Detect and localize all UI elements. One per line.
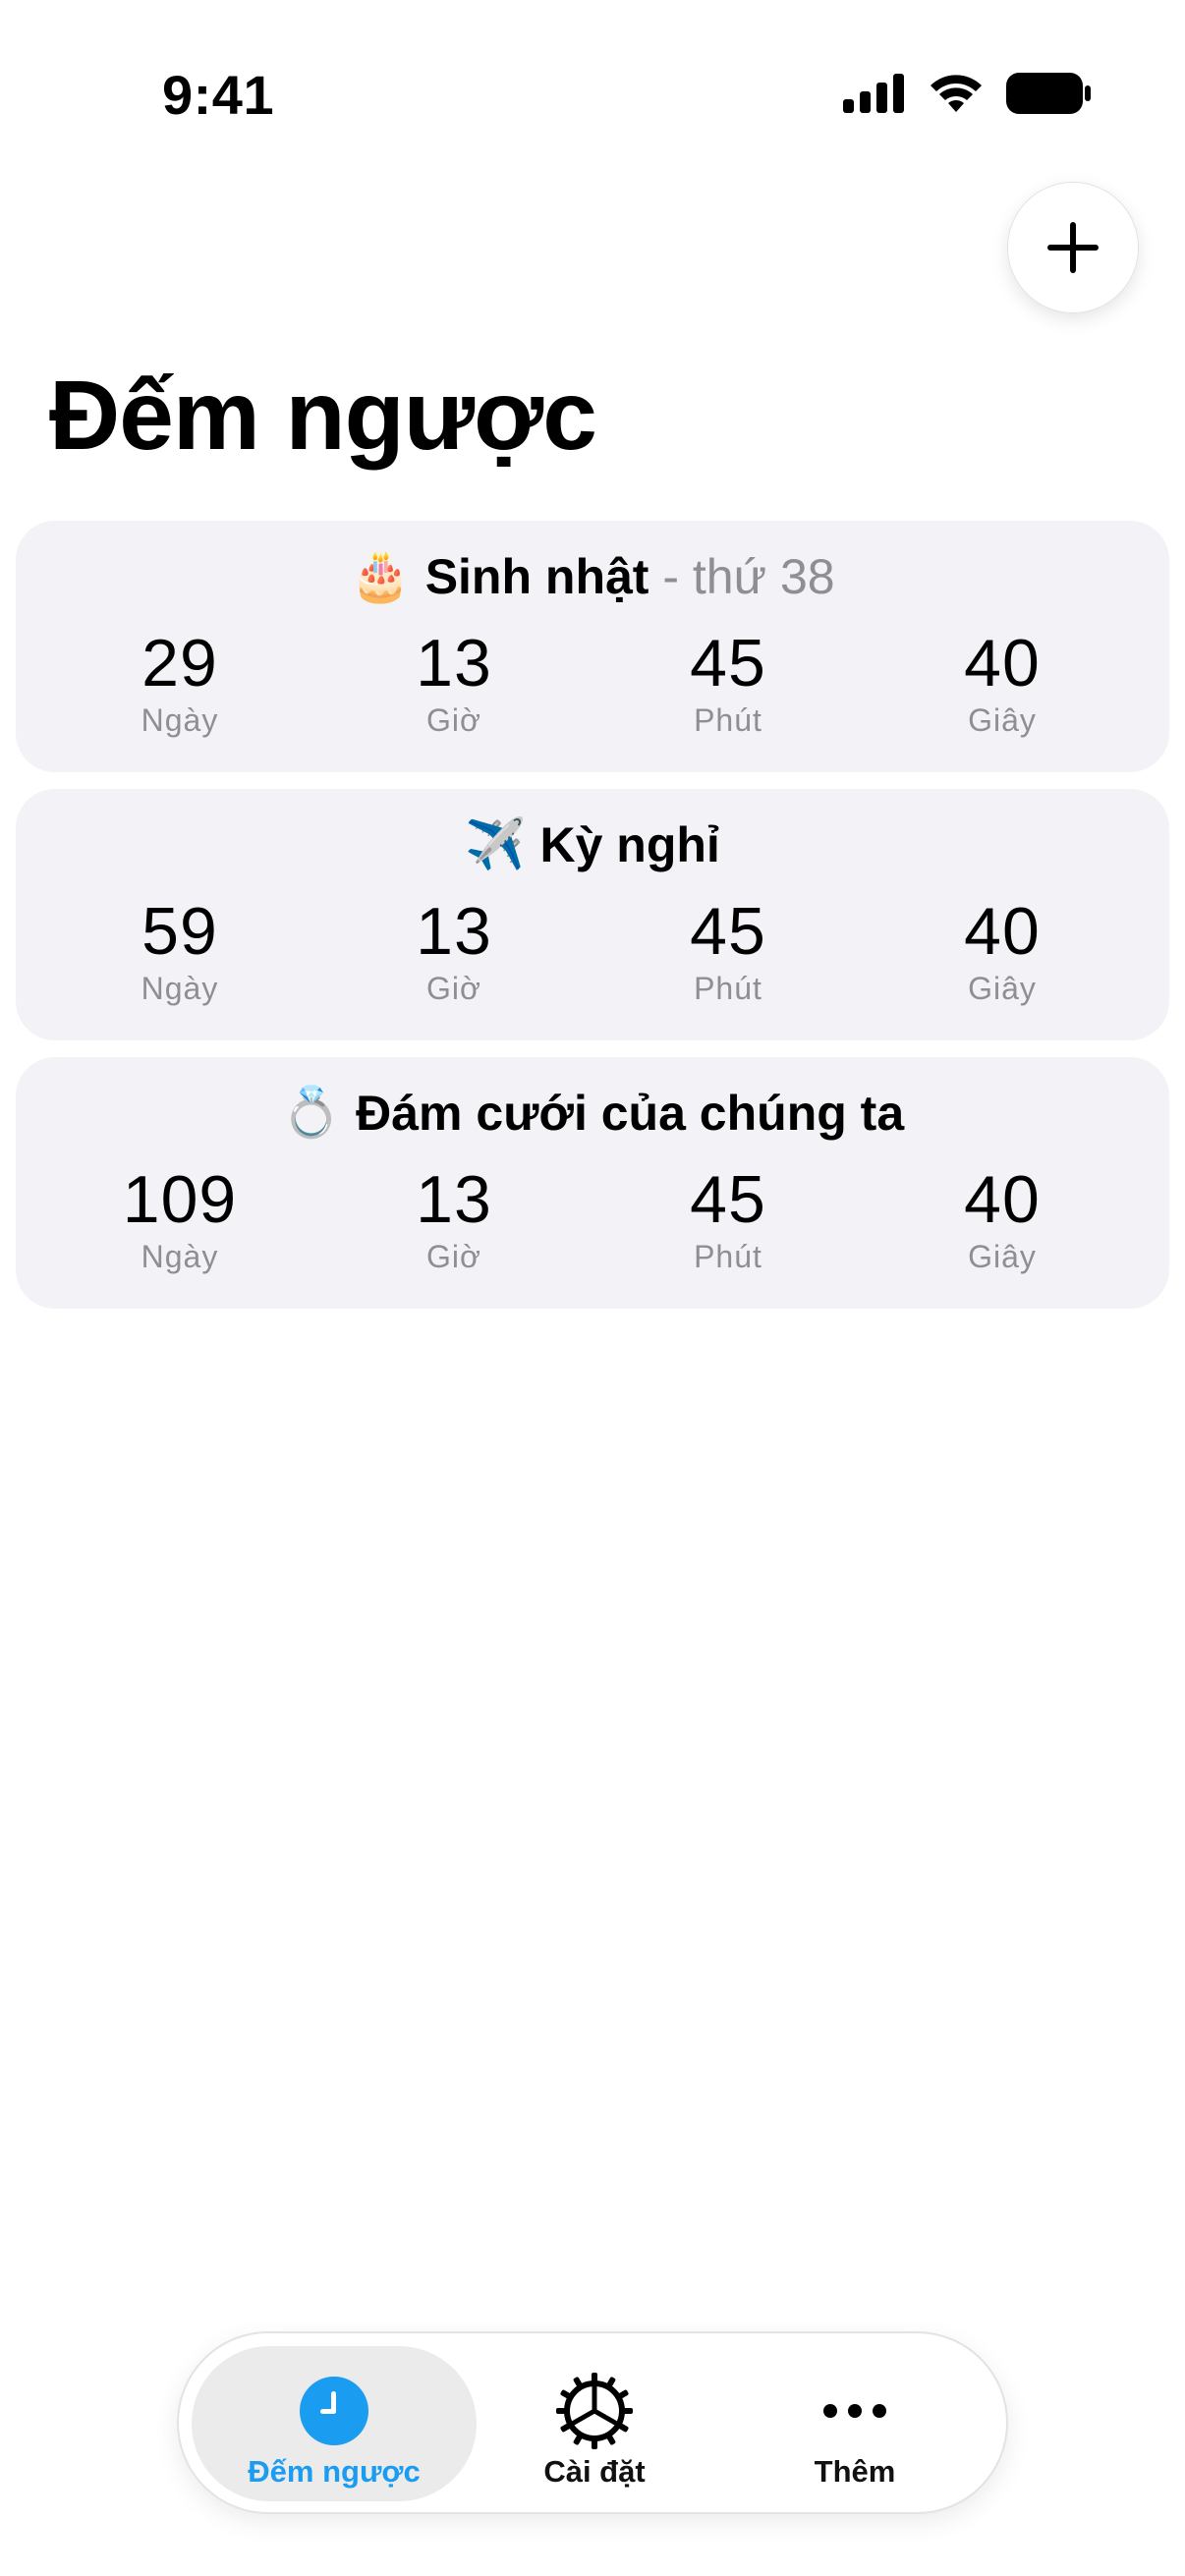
days-value: 59 — [141, 894, 218, 969]
hours-value: 13 — [416, 894, 492, 969]
gear-icon — [555, 2372, 634, 2450]
tab-label: Cài đặt — [543, 2454, 646, 2489]
ring-icon: 💍 — [280, 1085, 343, 1141]
metric-minutes: 45 Phút — [615, 1163, 841, 1275]
card-subtitle: - thứ 38 — [649, 549, 835, 604]
seconds-label: Giây — [968, 1238, 1037, 1274]
clock-icon — [295, 2372, 373, 2450]
minutes-value: 45 — [690, 894, 766, 969]
more-icon — [816, 2372, 894, 2450]
tab-countdown[interactable]: Đếm ngược — [192, 2346, 477, 2501]
card-title: ✈️ Kỳ nghỉ — [16, 816, 1169, 877]
days-label: Ngày — [141, 701, 219, 738]
card-title: 🎂 Sinh nhật - thứ 38 — [16, 548, 1169, 609]
countdown-screen: 9:41 Đếm ngược 🎂 Sinh nhật - thứ 38 29 N… — [0, 0, 1185, 2576]
status-bar: 9:41 — [0, 0, 1185, 167]
metric-seconds: 40 Giây — [889, 1163, 1115, 1275]
metric-hours: 13 Giờ — [341, 1163, 567, 1275]
tab-label: Đếm ngược — [248, 2454, 421, 2489]
seconds-value: 40 — [964, 894, 1041, 969]
hours-label: Giờ — [426, 970, 481, 1006]
metric-minutes: 45 Phút — [615, 627, 841, 739]
minutes-label: Phút — [694, 970, 762, 1006]
card-title-text: Sinh nhật — [424, 549, 649, 604]
metric-seconds: 40 Giây — [889, 627, 1115, 739]
card-title: 💍 Đám cưới của chúng ta — [16, 1085, 1169, 1146]
metric-days: 109 Ngày — [67, 1163, 293, 1275]
countdown-card-wedding[interactable]: 💍 Đám cưới của chúng ta 109 Ngày 13 Giờ 4… — [16, 1057, 1169, 1309]
days-value: 29 — [141, 626, 218, 700]
page-title: Đếm ngược — [49, 361, 597, 471]
birthday-cake-icon: 🎂 — [350, 548, 412, 604]
card-title-text: Đám cưới của chúng ta — [356, 1086, 905, 1141]
tab-label: Thêm — [814, 2454, 896, 2489]
countdown-list: 🎂 Sinh nhật - thứ 38 29 Ngày 13 Giờ 45 Ph… — [16, 521, 1169, 1325]
days-value: 109 — [122, 1162, 238, 1237]
battery-icon — [1006, 73, 1091, 114]
seconds-label: Giây — [968, 701, 1037, 738]
seconds-label: Giây — [968, 970, 1037, 1006]
add-countdown-button[interactable] — [1007, 182, 1139, 313]
metric-hours: 13 Giờ — [341, 627, 567, 739]
metric-days: 29 Ngày — [67, 627, 293, 739]
minutes-label: Phút — [694, 1238, 762, 1274]
days-label: Ngày — [141, 1238, 219, 1274]
tab-settings[interactable]: Cài đặt — [452, 2346, 737, 2501]
metric-days: 59 Ngày — [67, 895, 293, 1007]
plus-icon — [1047, 222, 1099, 273]
card-title-text: Kỳ nghỉ — [539, 817, 720, 872]
minutes-value: 45 — [690, 1162, 766, 1237]
hours-value: 13 — [416, 1162, 492, 1237]
tab-bar: Đếm ngược Cài đặt Thêm — [177, 2331, 1008, 2514]
countdown-card-vacation[interactable]: ✈️ Kỳ nghỉ 59 Ngày 13 Giờ 45 Phút 40 Giây — [16, 789, 1169, 1040]
wifi-icon — [931, 75, 982, 112]
metric-hours: 13 Giờ — [341, 895, 567, 1007]
hours-label: Giờ — [426, 701, 481, 738]
metric-seconds: 40 Giây — [889, 895, 1115, 1007]
cellular-signal-icon — [843, 74, 904, 113]
tab-more[interactable]: Thêm — [712, 2346, 997, 2501]
days-label: Ngày — [141, 970, 219, 1006]
metric-minutes: 45 Phút — [615, 895, 841, 1007]
countdown-card-birthday[interactable]: 🎂 Sinh nhật - thứ 38 29 Ngày 13 Giờ 45 Ph… — [16, 521, 1169, 772]
hours-value: 13 — [416, 626, 492, 700]
minutes-value: 45 — [690, 626, 766, 700]
minutes-label: Phút — [694, 701, 762, 738]
seconds-value: 40 — [964, 1162, 1041, 1237]
status-time: 9:41 — [162, 64, 275, 126]
airplane-icon: ✈️ — [465, 816, 527, 872]
seconds-value: 40 — [964, 626, 1041, 700]
status-icons — [843, 73, 1091, 114]
hours-label: Giờ — [426, 1238, 481, 1274]
